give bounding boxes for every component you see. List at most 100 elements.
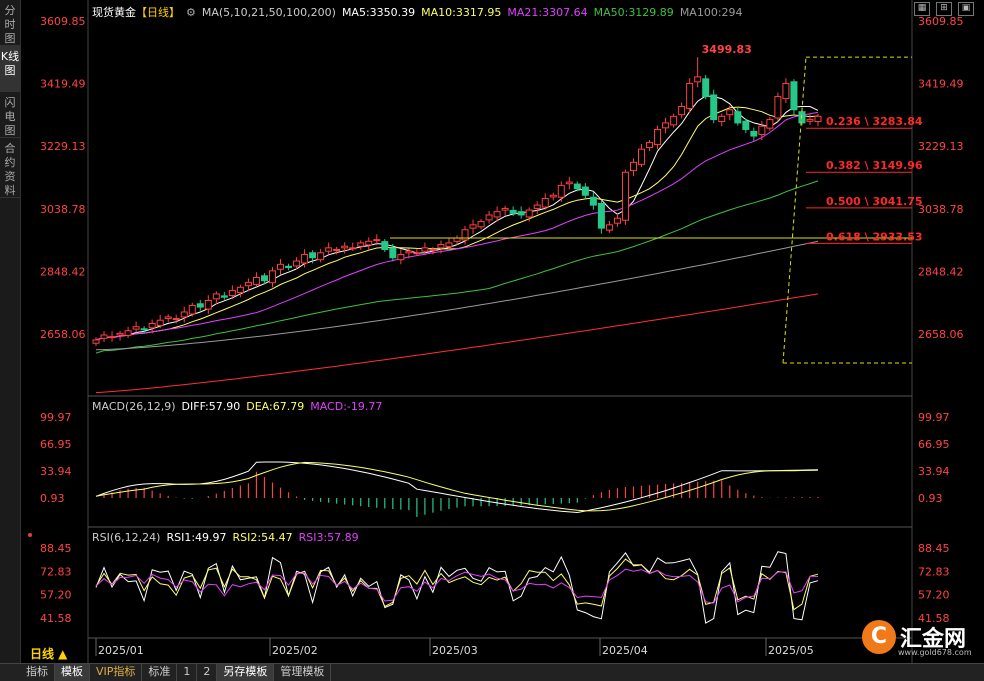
candle xyxy=(260,275,268,282)
candle xyxy=(252,276,260,285)
macd-axis-label-right: 33.94 xyxy=(918,465,950,478)
candle xyxy=(670,115,678,126)
candle xyxy=(437,244,445,249)
bottom-tab-6[interactable]: 另存模板 xyxy=(217,664,275,681)
candle xyxy=(445,242,453,248)
candle xyxy=(277,263,285,270)
candle xyxy=(726,109,734,116)
macd-axis-label-left: 99.97 xyxy=(40,411,72,424)
bottom-tab-5[interactable]: 2 xyxy=(197,664,218,681)
candle xyxy=(405,250,413,254)
candle xyxy=(140,328,148,331)
candle xyxy=(493,211,501,218)
candle xyxy=(469,224,477,229)
macd-axis-label-right: 0.93 xyxy=(918,492,943,505)
candle xyxy=(236,286,244,294)
price-axis-label-left: 3419.49 xyxy=(40,78,86,91)
ma100-line xyxy=(95,240,819,351)
rsi-axis-label-right: 57.20 xyxy=(918,589,950,602)
bottom-toolbar: 指标 模板 VIP指标 标准 1 2 另存模板 管理模板 xyxy=(0,663,984,681)
candle xyxy=(341,245,349,249)
x-axis-label: 2025/01 xyxy=(98,644,144,657)
rsi-axis-label-right: 88.45 xyxy=(918,542,950,555)
candle xyxy=(613,217,621,224)
candle xyxy=(228,290,236,297)
candle xyxy=(180,311,188,318)
fib-level-label: 0.500 \ 3041.75 xyxy=(826,195,923,208)
rsi-axis-label-left: 72.83 xyxy=(40,565,72,578)
candle xyxy=(285,265,293,269)
fib-level-label: 0.618 \ 2933.53 xyxy=(826,230,923,243)
candle xyxy=(477,221,485,228)
price-axis-label-left: 2658.06 xyxy=(40,328,86,341)
candle xyxy=(357,242,365,247)
rsi3-line xyxy=(95,568,819,604)
candle xyxy=(702,78,710,98)
x-axis-label: 2025/04 xyxy=(602,644,648,657)
ma10-line xyxy=(95,106,819,341)
bottom-tab-0[interactable]: 指标 xyxy=(20,664,55,681)
bottom-tab-3[interactable]: 标准 xyxy=(142,664,178,681)
rsi-marker-icon xyxy=(28,533,32,537)
ma21-line xyxy=(95,111,819,341)
chart-canvas[interactable]: 3609.85 3609.85 3419.49 3419.49 3229.13 3229.… xyxy=(0,0,984,663)
candle xyxy=(429,249,437,252)
candle xyxy=(204,299,212,310)
price-axis-label-right: 3609.85 xyxy=(918,15,964,28)
candle xyxy=(806,119,814,122)
price-axis-label-left: 3609.85 xyxy=(40,15,86,28)
fib-level-label: 0.382 \ 3149.96 xyxy=(826,159,923,172)
candle xyxy=(100,334,108,339)
bottom-tab-1[interactable]: 模板 xyxy=(55,664,90,681)
price-axis-label-left: 2848.42 xyxy=(40,265,86,278)
bottom-tab-7[interactable]: 管理模板 xyxy=(274,664,332,681)
candle xyxy=(605,224,613,231)
candle xyxy=(638,148,646,165)
candle xyxy=(156,319,164,326)
bottom-tab-4[interactable]: 1 xyxy=(177,664,198,681)
x-axis-label: 2025/05 xyxy=(768,644,814,657)
price-axis-label-left: 3038.78 xyxy=(40,203,86,216)
logo-icon: C xyxy=(862,620,896,654)
bottom-tab-2[interactable]: VIP指标 xyxy=(90,664,143,681)
candle xyxy=(301,253,309,264)
macd-axis-label-right: 66.95 xyxy=(918,438,950,451)
candle xyxy=(397,253,405,261)
candle xyxy=(244,281,252,287)
macd-axis-label-right: 99.97 xyxy=(918,411,950,424)
macd-axis-label-left: 33.94 xyxy=(40,465,72,478)
candle xyxy=(92,339,100,344)
candle xyxy=(654,128,662,146)
candle xyxy=(766,119,774,129)
price-axis-label-right: 3038.78 xyxy=(918,203,964,216)
candle xyxy=(694,76,702,83)
ma50-line xyxy=(95,180,819,354)
candle xyxy=(557,184,565,198)
candle xyxy=(196,303,204,308)
rsi-axis-label-left: 41.58 xyxy=(40,612,72,625)
candle xyxy=(589,196,597,206)
candle xyxy=(678,105,686,116)
macd-axis-label-left: 66.95 xyxy=(40,438,72,451)
period-selector[interactable]: 日线 ▲ xyxy=(30,645,67,662)
candle xyxy=(421,247,429,252)
candle xyxy=(549,194,557,198)
candle xyxy=(782,82,790,100)
rsi-axis-label-left: 88.45 xyxy=(40,542,72,555)
candle xyxy=(597,202,605,229)
logo-url: www.gold678.com xyxy=(898,648,972,657)
site-logo: C 汇金网 www.gold678.com xyxy=(862,620,972,657)
high-price-label: 3499.83 xyxy=(702,43,752,56)
candle xyxy=(541,198,549,208)
candle xyxy=(132,326,140,330)
candle xyxy=(268,270,276,284)
candle xyxy=(108,336,116,339)
candle xyxy=(365,240,373,246)
candle xyxy=(317,252,325,261)
candle xyxy=(710,94,718,121)
candle xyxy=(525,209,533,218)
candle xyxy=(293,260,301,267)
candle xyxy=(148,322,156,329)
macd-axis-label-left: 0.93 xyxy=(40,492,65,505)
candle xyxy=(629,161,637,172)
